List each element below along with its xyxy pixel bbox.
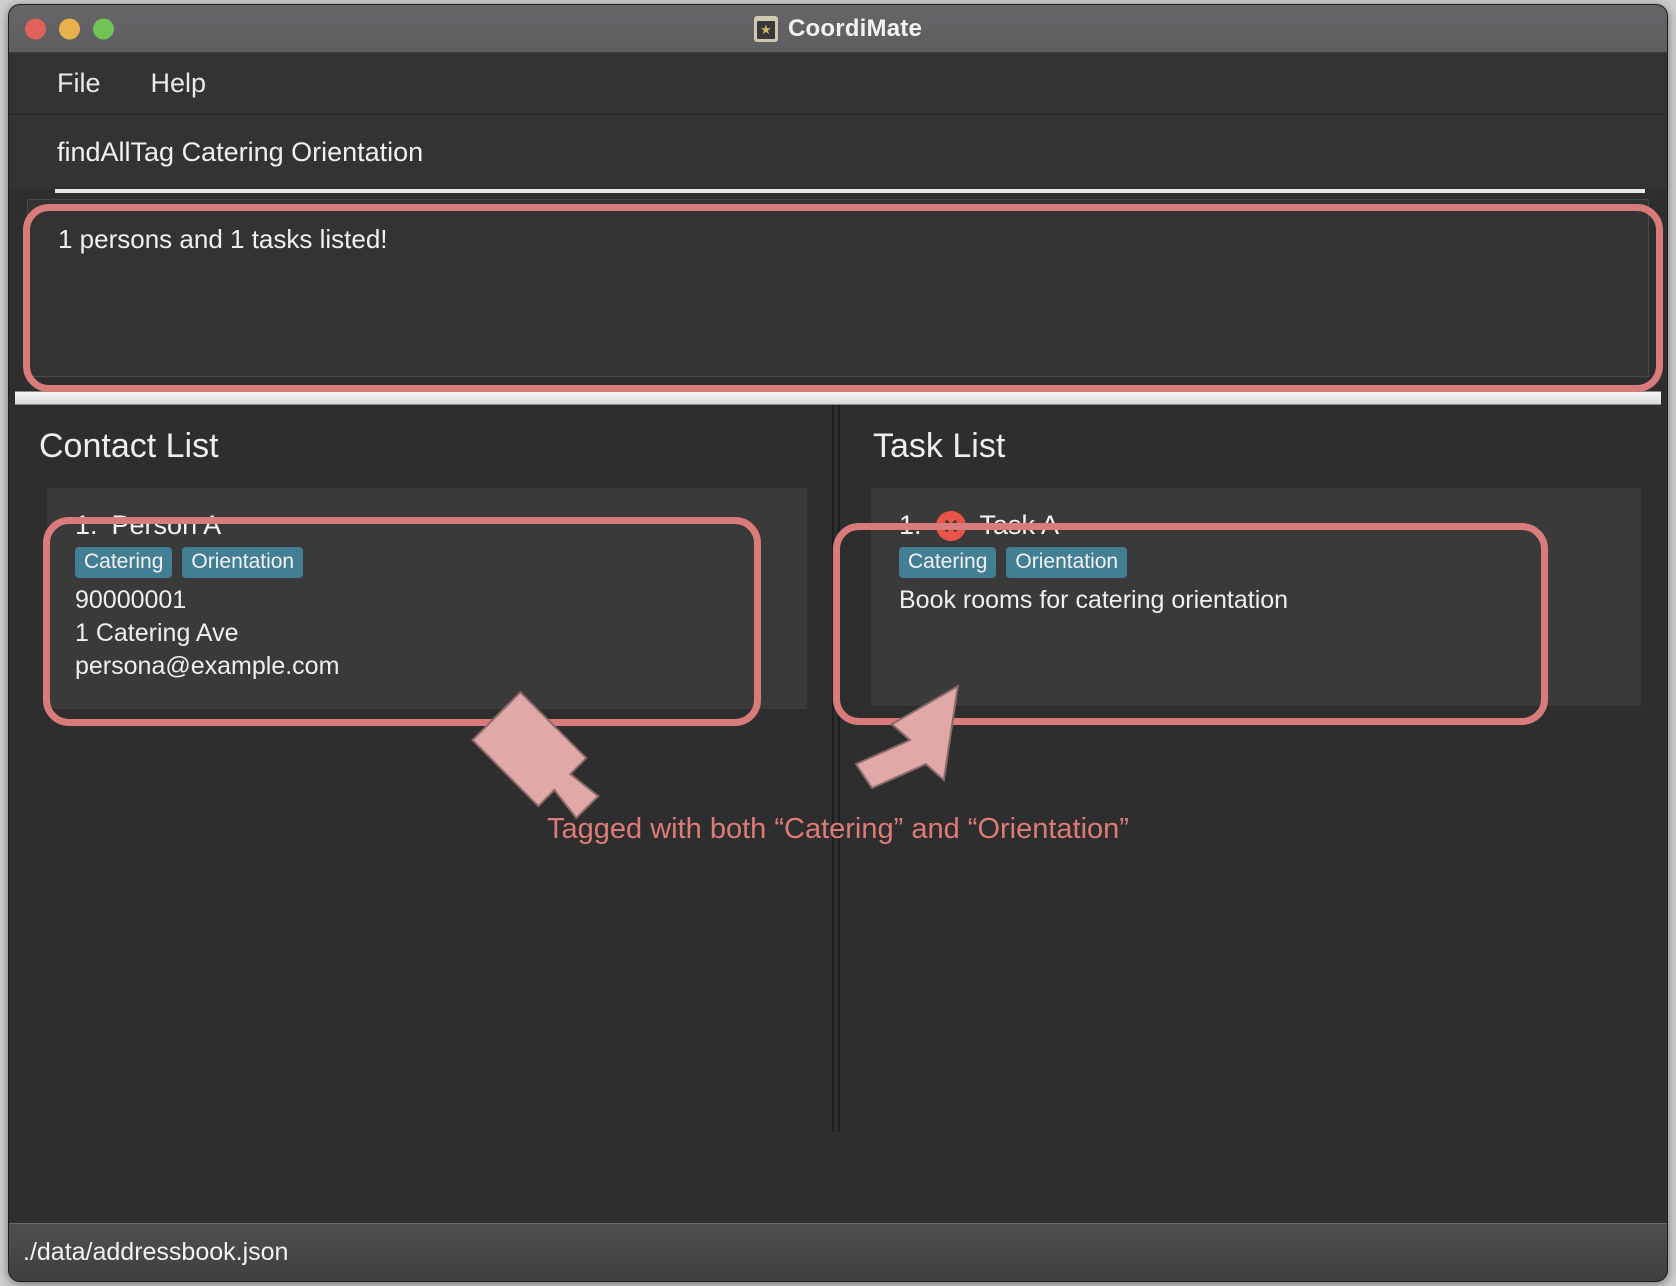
menu-help[interactable]: Help: [141, 66, 217, 101]
app-window: CoordiMate File Help findAllTag Catering…: [8, 4, 1668, 1282]
clipboard-star-icon: [754, 16, 778, 42]
contact-entry-name: Person A: [112, 510, 222, 541]
statusbar: ./data/addressbook.json: [9, 1223, 1667, 1281]
contact-email: persona@example.com: [75, 650, 779, 683]
titlebar: CoordiMate: [9, 5, 1667, 53]
window-title: CoordiMate: [788, 15, 922, 43]
contact-address: 1 Catering Ave: [75, 617, 779, 650]
task-entry-header: 1. Task A: [899, 510, 1613, 541]
result-display: 1 persons and 1 tasks listed!: [27, 199, 1649, 377]
panels-container: Contact List 1. Person A Catering Orient…: [9, 405, 1667, 1132]
incomplete-cross-icon: [936, 511, 966, 541]
tag-orientation[interactable]: Orientation: [182, 547, 303, 578]
contact-entry-header: 1. Person A: [75, 510, 779, 541]
window-title-group: CoordiMate: [754, 15, 922, 43]
maximize-button[interactable]: [93, 18, 114, 39]
minimize-button[interactable]: [59, 18, 80, 39]
task-card[interactable]: 1. Task A Catering Orientation Book room…: [871, 488, 1641, 706]
task-list-panel: Task List 1. Task A Catering Orientation…: [843, 405, 1667, 1132]
command-box[interactable]: findAllTag Catering Orientation: [9, 115, 1667, 189]
result-display-container: 1 persons and 1 tasks listed!: [9, 193, 1667, 385]
tag-catering[interactable]: Catering: [75, 547, 172, 578]
vertical-splitter[interactable]: [829, 405, 843, 1132]
contact-list-panel: Contact List 1. Person A Catering Orient…: [9, 405, 829, 1132]
menubar: File Help: [9, 53, 1667, 115]
tag-catering[interactable]: Catering: [899, 547, 996, 578]
task-entry-index: 1.: [899, 510, 922, 541]
contact-entry-index: 1.: [75, 510, 98, 541]
tag-orientation[interactable]: Orientation: [1006, 547, 1127, 578]
window-controls: [25, 18, 114, 39]
task-tag-row: Catering Orientation: [899, 547, 1613, 578]
task-description: Book rooms for catering orientation: [899, 584, 1613, 617]
status-file-path: ./data/addressbook.json: [23, 1238, 288, 1267]
command-text: findAllTag Catering Orientation: [57, 137, 423, 168]
close-button[interactable]: [25, 18, 46, 39]
contact-phone: 90000001: [75, 584, 779, 617]
contact-list-title: Contact List: [9, 427, 829, 466]
task-list-title: Task List: [843, 427, 1667, 466]
result-text: 1 persons and 1 tasks listed!: [58, 224, 388, 254]
contact-tag-row: Catering Orientation: [75, 547, 779, 578]
horizontal-splitter[interactable]: [15, 391, 1661, 405]
task-entry-name: Task A: [980, 510, 1060, 541]
menu-file[interactable]: File: [47, 66, 111, 101]
contact-card[interactable]: 1. Person A Catering Orientation 9000000…: [47, 488, 807, 709]
